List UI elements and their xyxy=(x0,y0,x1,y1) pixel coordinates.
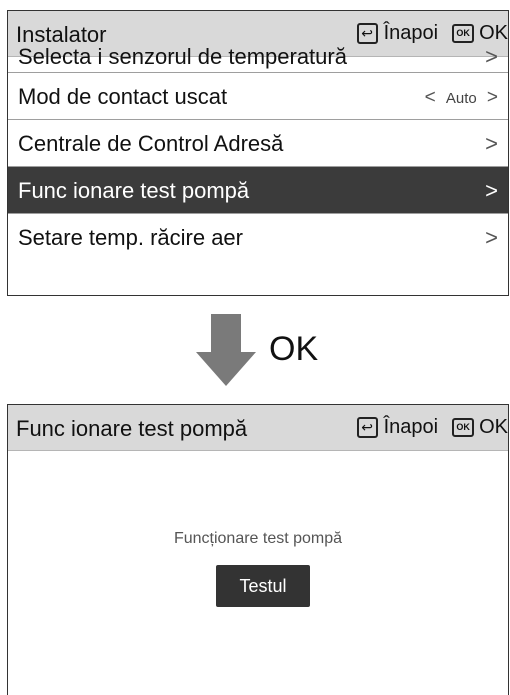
screen-header: Func ionare test pompă ↩ Înapoi OK OK xyxy=(8,405,508,451)
back-arrow-icon[interactable]: ↩ xyxy=(356,23,378,44)
header-actions: ↩ Înapoi OK OK xyxy=(356,22,508,45)
installer-menu-screen: Instalator ↩ Înapoi OK OK Selecta i senz… xyxy=(7,10,509,296)
menu-item-label: Mod de contact uscat xyxy=(18,84,228,109)
header-actions: ↩ Înapoi OK OK xyxy=(356,416,508,439)
chevron-left-icon[interactable]: < xyxy=(425,87,436,108)
test-button[interactable]: Testul xyxy=(216,565,310,607)
menu-item-label: Setare temp. răcire aer xyxy=(18,225,243,250)
selector-value: Auto xyxy=(445,90,477,107)
chevron-right-icon: > xyxy=(485,131,498,156)
menu-item-label: Func ionare test pompă xyxy=(18,178,250,203)
back-arrow-icon[interactable]: ↩ xyxy=(356,417,378,438)
down-arrow-icon xyxy=(211,314,241,354)
menu-item-central-control-address[interactable]: Centrale de Control Adresă > xyxy=(8,120,508,167)
chevron-right-icon: > xyxy=(485,44,498,69)
chevron-right-icon: > xyxy=(485,225,498,250)
menu-item-label: Centrale de Control Adresă xyxy=(18,131,284,156)
menu-item-dry-contact-mode[interactable]: Mod de contact uscat < Auto > xyxy=(8,73,508,120)
pump-test-screen: Func ionare test pompă ↩ Înapoi OK OK Fu… xyxy=(7,404,509,695)
screen-title: Func ionare test pompă xyxy=(16,416,248,441)
ok-label[interactable]: OK xyxy=(479,22,508,45)
back-label[interactable]: Înapoi xyxy=(384,22,439,45)
menu-item-pump-test[interactable]: Func ionare test pompă > xyxy=(8,167,508,214)
menu-item-label: Selecta i senzorul de temperatură xyxy=(18,44,347,69)
ok-icon[interactable]: OK xyxy=(452,24,475,43)
back-label[interactable]: Înapoi xyxy=(384,416,439,439)
menu-item-air-cooling-temp[interactable]: Setare temp. răcire aer > xyxy=(8,214,508,261)
menu-item-temperature-sensor[interactable]: Selecta i senzorul de temperatură > xyxy=(8,44,508,73)
menu-list: Selecta i senzorul de temperatură > Mod … xyxy=(8,44,508,261)
ok-label[interactable]: OK xyxy=(479,416,508,439)
chevron-right-icon[interactable]: > xyxy=(487,87,498,108)
down-arrow-head-icon xyxy=(196,352,256,386)
chevron-right-icon: > xyxy=(485,178,498,203)
transition-label: OK xyxy=(269,330,319,368)
value-selector[interactable]: < Auto > xyxy=(419,87,498,109)
ok-icon[interactable]: OK xyxy=(452,418,475,437)
pump-test-caption: Funcționare test pompă xyxy=(173,530,343,547)
